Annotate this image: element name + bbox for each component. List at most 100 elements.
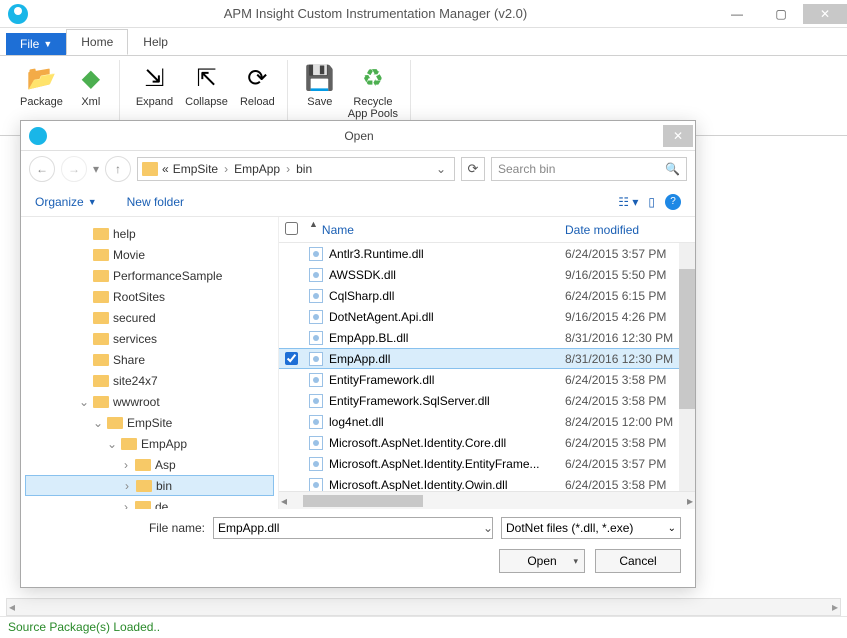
column-date[interactable]: Date modified xyxy=(565,223,695,237)
minimize-button[interactable]: — xyxy=(715,4,759,24)
tree-item[interactable]: PerformanceSample xyxy=(25,265,274,286)
folder-icon xyxy=(93,354,109,366)
search-input[interactable]: Search bin 🔍 xyxy=(491,157,687,181)
tree-item[interactable]: services xyxy=(25,328,274,349)
file-name: Microsoft.AspNet.Identity.EntityFrame... xyxy=(329,457,540,471)
tree-item[interactable]: ⌄EmpSite xyxy=(25,412,274,433)
file-row[interactable]: Microsoft.AspNet.Identity.EntityFrame...… xyxy=(279,453,695,474)
file-name-label: File name: xyxy=(35,521,205,535)
file-checkbox[interactable] xyxy=(285,352,298,365)
file-date: 6/24/2015 3:58 PM xyxy=(565,394,695,408)
tree-item[interactable]: RootSites xyxy=(25,286,274,307)
tree-item[interactable]: site24x7 xyxy=(25,370,274,391)
folder-tree[interactable]: help Movie PerformanceSampleRootSites secur… xyxy=(21,217,279,509)
main-hscroll[interactable]: ◂▸ xyxy=(6,598,841,616)
file-date: 6/24/2015 3:58 PM xyxy=(565,478,695,492)
folder-icon xyxy=(136,480,152,492)
file-row[interactable]: DotNetAgent.Api.dll9/16/2015 4:26 PM xyxy=(279,306,695,327)
file-list[interactable]: Antlr3.Runtime.dll6/24/2015 3:57 PMAWSSD… xyxy=(279,243,695,491)
folder-icon xyxy=(135,501,151,510)
window-title: APM Insight Custom Instrumentation Manag… xyxy=(36,6,715,21)
dialog-close-button[interactable]: ✕ xyxy=(663,125,693,147)
file-type-filter[interactable]: DotNet files (*.dll, *.exe)⌄ xyxy=(501,517,681,539)
tree-label: de xyxy=(155,500,168,510)
file-menu[interactable]: File▼ xyxy=(6,33,66,55)
address-bar[interactable]: « EmpSite› EmpApp› bin ⌄ xyxy=(137,157,455,181)
file-row[interactable]: EntityFramework.SqlServer.dll 6/24/2015 3… xyxy=(279,390,695,411)
tree-item[interactable]: secured xyxy=(25,307,274,328)
tree-item[interactable]: ⌄wwwroot xyxy=(25,391,274,412)
crumb-bin[interactable]: bin xyxy=(296,162,312,176)
tree-item[interactable]: Share xyxy=(25,349,274,370)
dialog-title: Open xyxy=(55,129,663,143)
tree-item[interactable]: Movie xyxy=(25,244,274,265)
tree-item[interactable]: ›bin xyxy=(25,475,274,496)
view-mode-button[interactable]: ☷ ▾ xyxy=(618,195,638,209)
maximize-button[interactable]: ▢ xyxy=(759,4,803,24)
file-name: EmpApp.BL.dll xyxy=(329,331,408,345)
select-all-checkbox[interactable] xyxy=(285,222,298,235)
file-name-dropdown-icon[interactable]: ⌄ xyxy=(483,521,493,535)
app-icon xyxy=(8,4,28,24)
tab-home[interactable]: Home xyxy=(66,29,128,55)
tree-item[interactable]: ›Asp xyxy=(25,454,274,475)
help-icon[interactable]: ? xyxy=(665,194,681,210)
file-name: EntityFramework.SqlServer.dll xyxy=(329,394,490,408)
xml-icon: ◆ xyxy=(75,62,107,94)
crumb-empapp[interactable]: EmpApp xyxy=(234,162,280,176)
folder-icon xyxy=(93,249,109,261)
dll-file-icon xyxy=(309,373,323,387)
file-row[interactable]: CqlSharp.dll 6/24/2015 6:15 PM xyxy=(279,285,695,306)
file-date: 9/16/2015 5:50 PM xyxy=(565,268,695,282)
organize-button[interactable]: Organize▼ xyxy=(35,195,97,209)
file-date: 8/31/2016 12:30 PM xyxy=(565,331,695,345)
folder-icon xyxy=(142,162,158,176)
tree-label: wwwroot xyxy=(113,395,160,409)
refresh-button[interactable]: ⟳ xyxy=(461,157,485,181)
cancel-button[interactable]: Cancel xyxy=(595,549,681,573)
tree-item[interactable]: help xyxy=(25,223,274,244)
file-row[interactable]: Microsoft.AspNet.Identity.Owin.dll 6/24/2… xyxy=(279,474,695,491)
list-vscroll-thumb[interactable] xyxy=(679,269,695,409)
nav-forward-button[interactable]: → xyxy=(61,156,87,182)
nav-recent-icon[interactable]: ▾ xyxy=(93,162,99,176)
dll-file-icon xyxy=(309,310,323,324)
list-hscroll[interactable]: ◂▸ xyxy=(279,491,695,509)
file-row[interactable]: EmpApp.dll8/31/2016 12:30 PM xyxy=(279,348,695,369)
dll-file-icon xyxy=(309,289,323,303)
file-name: Microsoft.AspNet.Identity.Owin.dll xyxy=(329,478,508,492)
dll-file-icon xyxy=(309,478,323,492)
address-dropdown-icon[interactable]: ⌄ xyxy=(432,162,450,176)
file-row[interactable]: log4net.dll8/24/2015 12:00 PM xyxy=(279,411,695,432)
open-button[interactable]: Open xyxy=(499,549,585,573)
new-folder-button[interactable]: New folder xyxy=(127,195,184,209)
file-date: 6/24/2015 3:58 PM xyxy=(565,373,695,387)
crumb-empsite[interactable]: EmpSite xyxy=(173,162,218,176)
folder-open-icon: 📂 xyxy=(25,62,57,94)
tree-label: Movie xyxy=(113,248,145,262)
file-name: CqlSharp.dll xyxy=(329,289,394,303)
file-row[interactable]: EmpApp.BL.dll 8/31/2016 12:30 PM xyxy=(279,327,695,348)
file-row[interactable]: Microsoft.AspNet.Identity.Core.dll6/24/2… xyxy=(279,432,695,453)
collapse-icon: ⇱ xyxy=(191,62,223,94)
preview-pane-button[interactable]: ▯ xyxy=(648,195,655,209)
file-date: 9/16/2015 4:26 PM xyxy=(565,310,695,324)
file-row[interactable]: EntityFramework.dll6/24/2015 3:58 PM xyxy=(279,369,695,390)
nav-up-button[interactable]: ↑ xyxy=(105,156,131,182)
file-date: 6/24/2015 3:58 PM xyxy=(565,436,695,450)
folder-icon xyxy=(93,228,109,240)
tree-item[interactable]: ›de xyxy=(25,496,274,509)
tree-label: secured xyxy=(113,311,156,325)
column-name[interactable]: ▲Name xyxy=(309,223,565,237)
file-date: 6/24/2015 6:15 PM xyxy=(565,289,695,303)
close-button[interactable]: ✕ xyxy=(803,4,847,24)
folder-icon xyxy=(121,438,137,450)
file-row[interactable]: Antlr3.Runtime.dll6/24/2015 3:57 PM xyxy=(279,243,695,264)
tree-item[interactable]: ⌄EmpApp xyxy=(25,433,274,454)
file-name-input[interactable] xyxy=(213,517,493,539)
folder-icon xyxy=(93,291,109,303)
tab-help[interactable]: Help xyxy=(128,29,183,55)
dll-file-icon xyxy=(309,394,323,408)
nav-back-button[interactable]: ← xyxy=(29,156,55,182)
file-row[interactable]: AWSSDK.dll9/16/2015 5:50 PM xyxy=(279,264,695,285)
